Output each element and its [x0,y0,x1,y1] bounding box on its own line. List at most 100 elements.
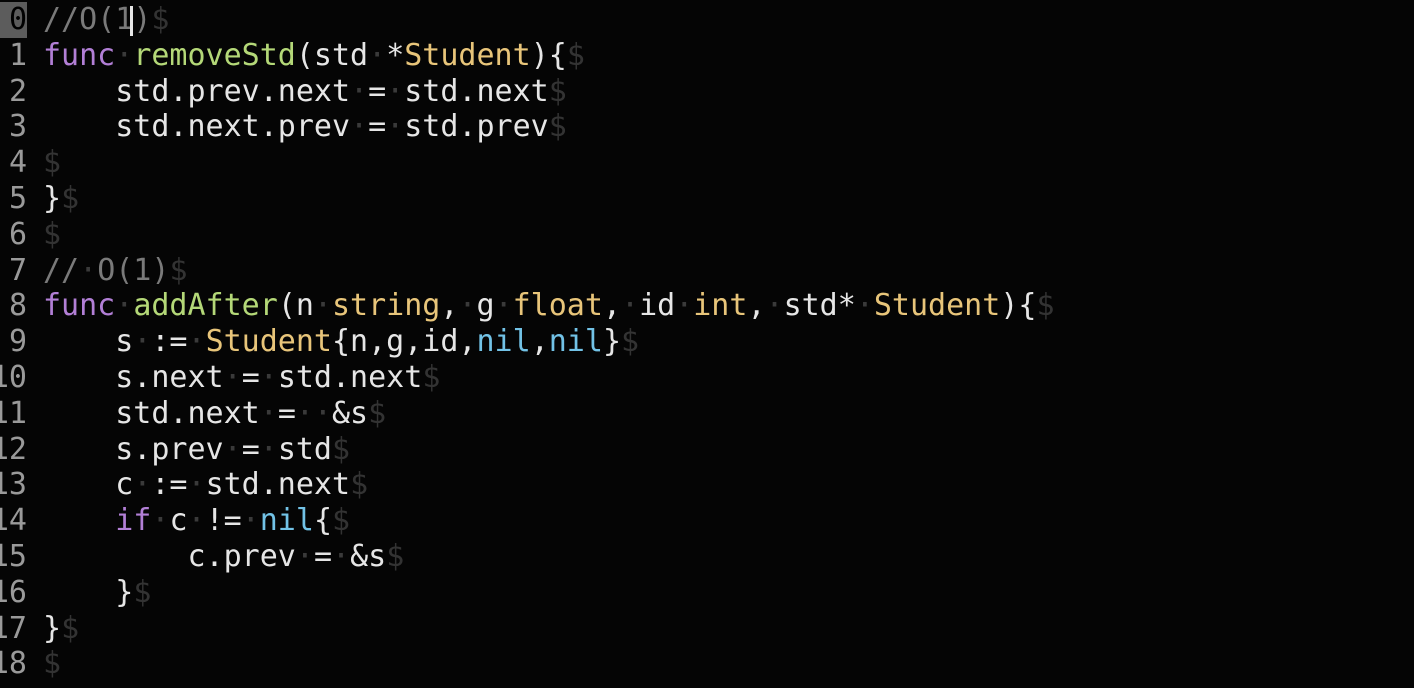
code-token-text: = [241,431,260,467]
code-token-func: addAfter [133,288,278,324]
code-text[interactable]: c.prev·=·&s$ [43,539,404,575]
line-number: 3 [8,109,27,145]
code-text[interactable]: c·:=·std.next$ [43,467,368,503]
code-token-space: · [855,288,874,324]
code-token-text: { [313,503,332,539]
code-token-text: := [151,324,188,360]
code-token-text: c.prev [43,539,296,574]
end-of-line-marker: $ [332,431,351,467]
code-token-space: · [259,395,278,431]
code-token-space: · [133,324,152,360]
end-of-line-marker: $ [566,37,585,73]
code-text[interactable]: }$ [43,575,151,611]
end-of-line-marker: $ [1036,288,1055,324]
code-token-space: · [187,503,206,539]
code-token-keyword: func [43,288,116,324]
code-token-text: c [169,503,188,539]
code-token-text: &s [350,539,387,574]
code-text[interactable]: //O(1)$ [43,2,169,38]
code-text[interactable]: }$ [43,611,79,647]
code-token-nil: nil [259,503,314,539]
code-text[interactable]: $ [43,217,61,253]
code-token-text: c [43,467,134,503]
end-of-line-marker: $ [548,109,567,145]
code-token-text: := [151,467,188,503]
end-of-line-marker: $ [61,181,80,216]
line-number: 6 [8,216,27,252]
code-token-text: } [602,324,621,360]
code-token-space: · [386,73,405,109]
code-token-text: std.prev [404,109,549,145]
code-token-space: · [368,37,387,73]
line-number: 15 [0,539,27,574]
code-token-text: = [368,109,387,145]
code-token-type: Student [404,37,531,73]
line-number: 2 [8,73,27,109]
code-text[interactable]: $ [43,145,61,181]
end-of-line-marker: $ [61,610,80,646]
code-token-text: = [241,360,260,395]
code-token-comment: O(1) [97,252,170,288]
code-token-comment: //O(1 [43,2,134,37]
code-editor[interactable]: 0//O(1)$ 1 func·removeStd(std·*Student){$ 2… [0,0,1414,688]
code-token-nil: nil [476,324,531,360]
code-token-space: · [151,503,170,539]
line-number: 12 [0,431,27,467]
code-token-text: } [43,610,62,646]
code-token-comment: // [43,252,80,288]
code-token-text: * [386,37,405,73]
line-number: 5 [8,181,27,216]
code-token-text: std.next [43,395,260,431]
line-number: 9 [8,324,27,360]
code-token-text: , [530,324,549,360]
code-token-text: , [440,288,459,324]
end-of-line-marker: $ [133,574,152,610]
code-token-space: · [241,503,260,539]
code-token-text: ){ [1000,288,1037,324]
code-token-space: · [621,288,640,324]
code-token-text: std* [783,288,856,324]
code-token-text: std.next [404,73,549,109]
code-token-func: removeStd [133,37,296,73]
code-token-space: · [295,539,314,574]
end-of-line-marker: $ [151,2,170,37]
code-token-text: std.prev.next [43,73,351,109]
code-token-space: · [133,467,152,503]
code-token-text: } [43,181,62,216]
end-of-line-marker: $ [332,503,351,539]
code-token-space: · [332,539,351,574]
code-text[interactable]: std.next·=··&s$ [43,396,386,432]
code-token-space: · [458,288,477,324]
code-text[interactable]: func·removeStd(std·*Student){$ [43,38,585,74]
code-token-text: (n [277,288,314,324]
code-token-text: s.prev [43,431,224,467]
code-text[interactable]: s·:=·Student{n,g,id,nil,nil}$ [43,324,639,360]
code-text[interactable]: std.prev.next·=·std.next$ [43,74,567,110]
code-token-text: (std [295,37,369,73]
code-token-text: s.next [43,360,224,395]
end-of-line-marker: $ [368,395,387,431]
code-text[interactable]: $ [43,646,61,682]
end-of-line-marker: $ [43,216,62,252]
code-token-keyword: func [43,37,116,73]
code-token-space: · [350,73,369,109]
code-token-text: ){ [530,37,567,73]
code-token-text: } [43,574,134,610]
code-token-space: · [675,288,694,324]
end-of-line-marker: $ [169,252,188,288]
code-text[interactable]: if·c·!=·nil{$ [43,503,350,539]
code-token-keyword: if [43,503,152,539]
code-text[interactable]: //·O(1)$ [43,253,188,289]
code-token-space: · [223,360,242,395]
code-token-space: · [115,37,134,73]
code-text[interactable]: s.prev·=·std$ [43,432,350,468]
code-text[interactable]: s.next·=·std.next$ [43,360,440,396]
code-text[interactable]: func·addAfter(n·string,·g·float,·id·int,… [43,288,1055,324]
code-token-space: · [223,431,242,467]
end-of-line-marker: $ [386,539,405,574]
code-token-space: · [79,252,98,288]
code-text[interactable]: std.next.prev·=·std.prev$ [43,109,567,145]
line-number: 8 [8,288,27,324]
line-number: 10 [0,360,27,395]
code-text[interactable]: }$ [43,181,79,217]
